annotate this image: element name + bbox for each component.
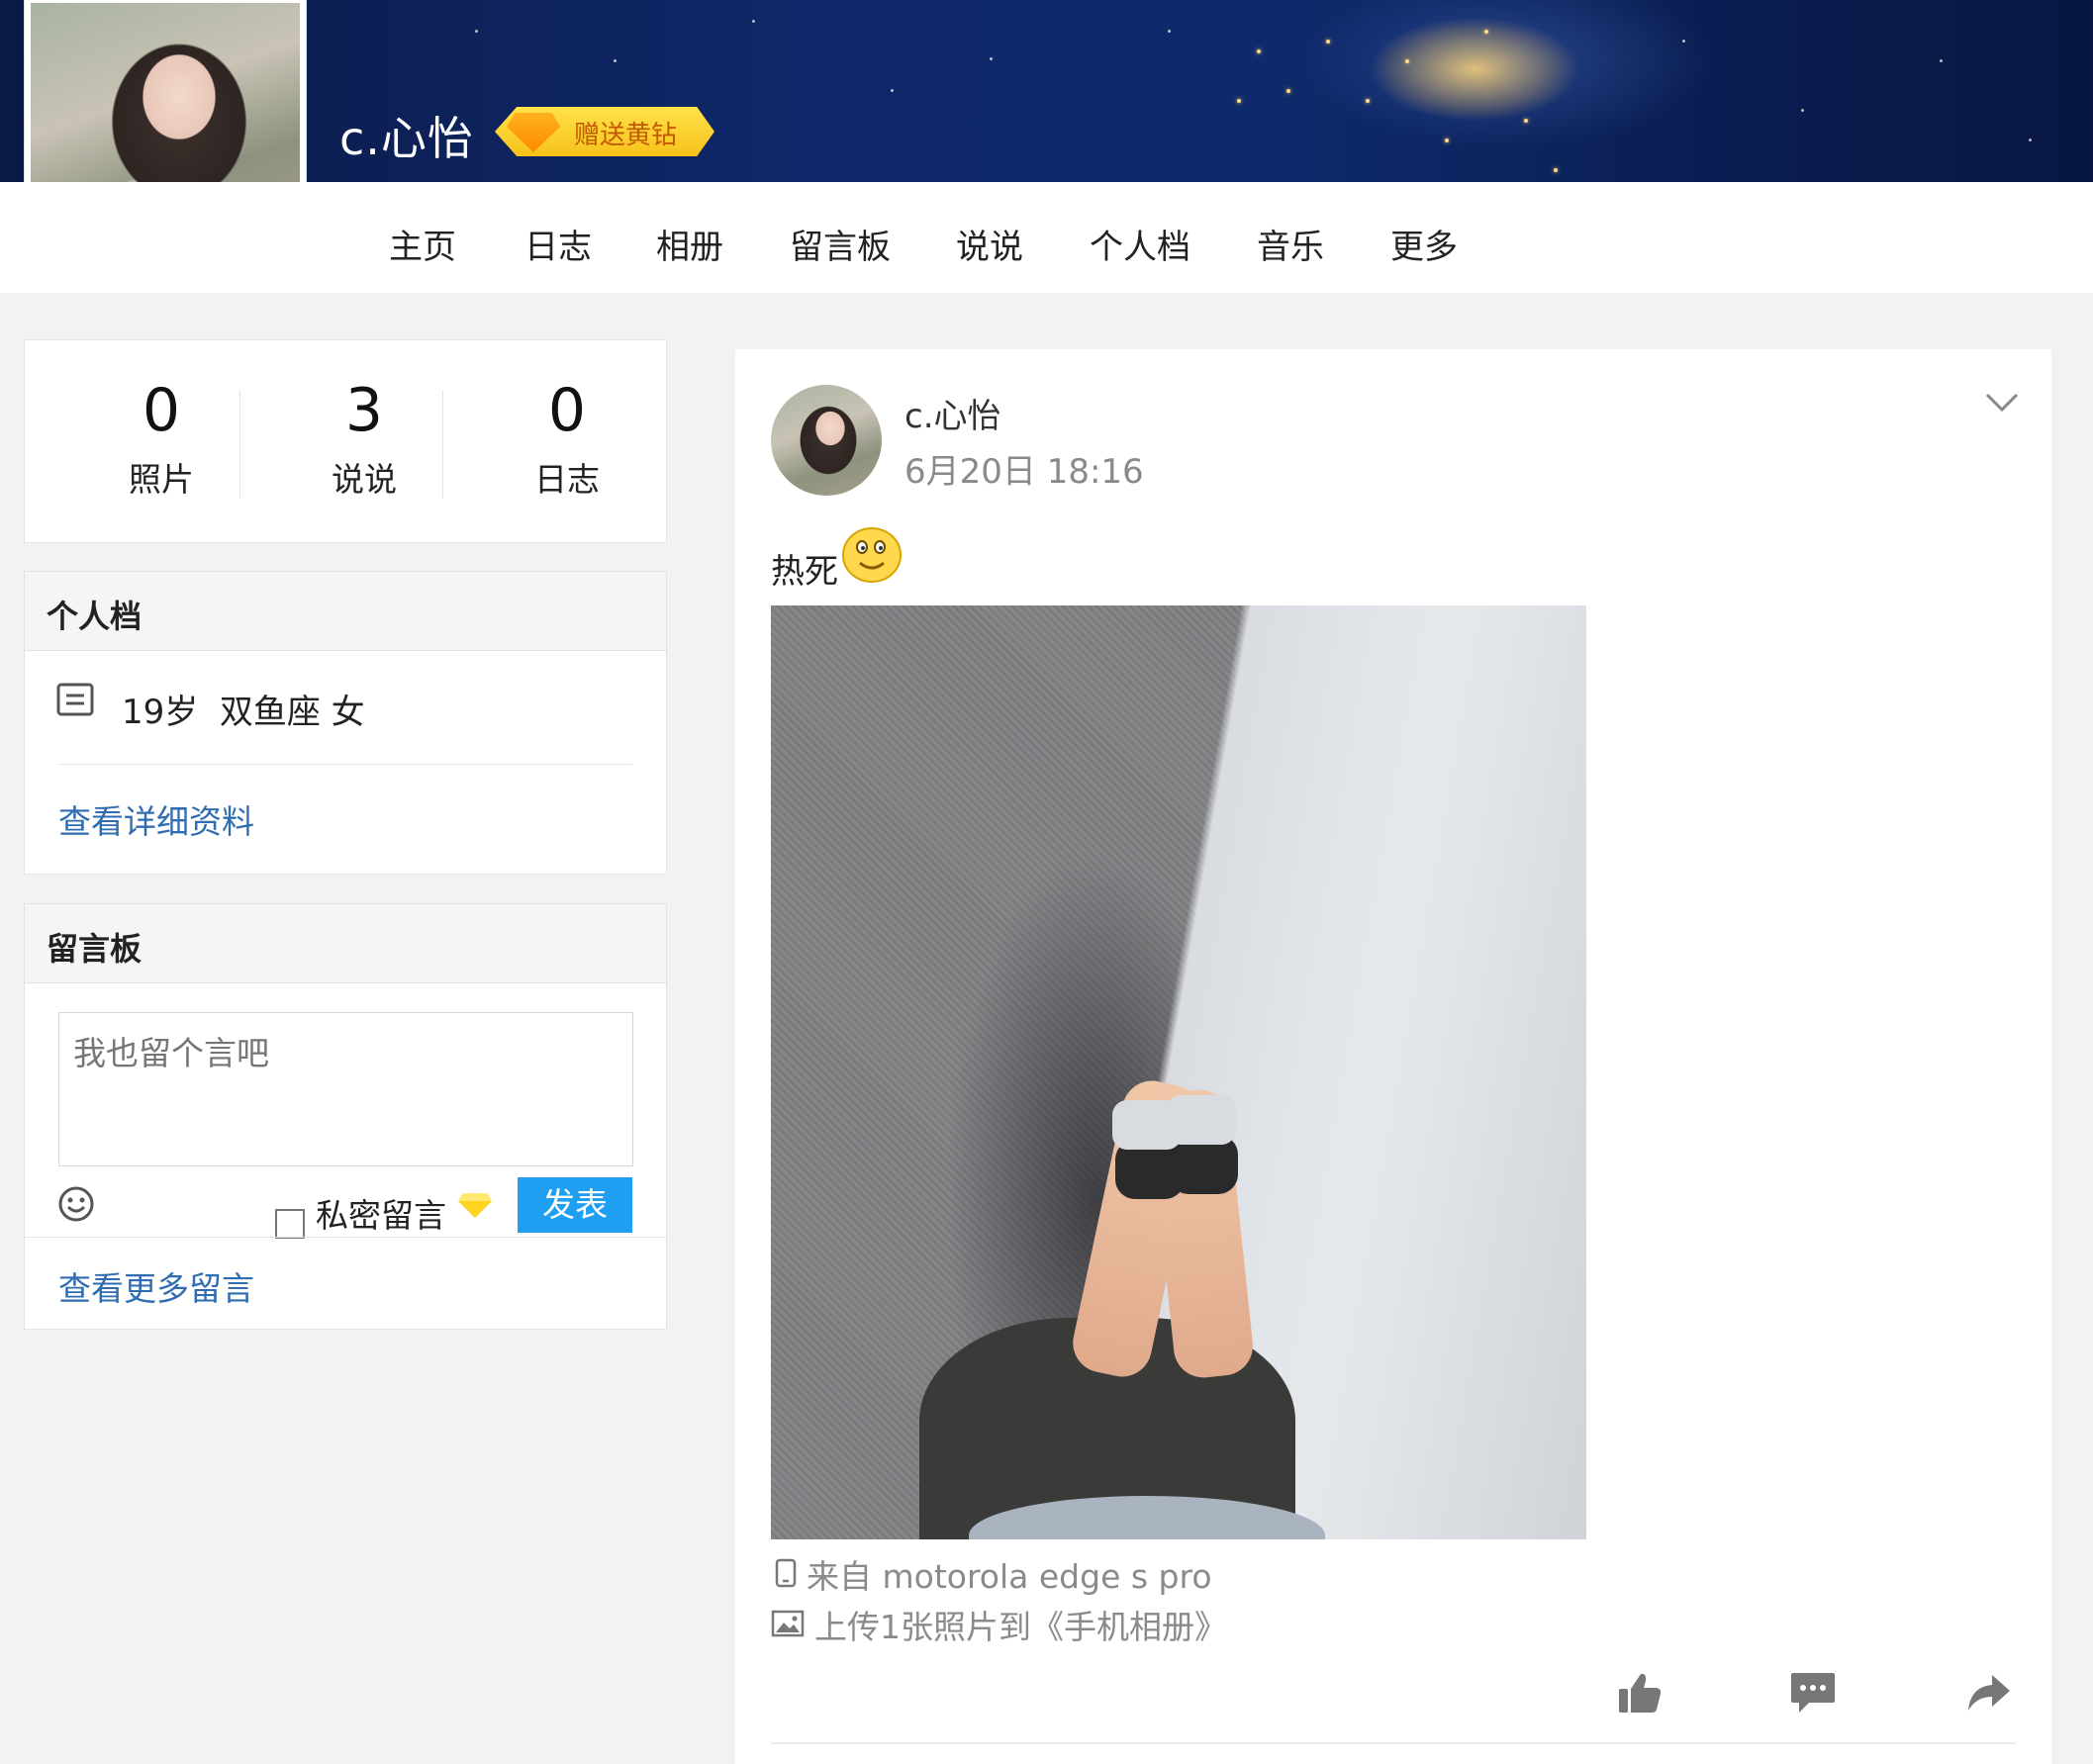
smiley-emoji-icon [842,527,902,583]
guestbook-divider [25,1237,666,1238]
profile-card: 个人档 19岁 双鱼座 女 查看详细资料 [24,571,667,875]
stat-shuoshuo-count: 3 [344,376,384,445]
profile-info-icon [56,683,94,716]
view-more-messages-link[interactable]: 查看更多留言 [58,1262,254,1310]
feed-post-card: c.心怡 6月20日 18:16 热死 来自 motorola edge s p… [735,349,2051,1764]
nav-profile[interactable]: 个人档 [1090,220,1190,268]
nav-album[interactable]: 相册 [656,220,723,268]
stat-photos-count: 0 [142,376,181,445]
post-text: 热死 [771,552,838,592]
stats-card: 0 照片 3 说说 0 日志 [24,339,667,543]
profile-divider [58,764,632,765]
guestbook-card-header: 留言板 [25,904,666,983]
post-footer-divider [771,1742,2016,1744]
guestbook-card: 留言板 私密留言 发表 查看更多留言 [24,903,667,1330]
stat-blog-count: 0 [547,376,587,445]
stat-photos-label: 照片 [129,460,194,499]
image-icon [771,1610,805,1637]
nav-guestbook[interactable]: 留言板 [790,220,891,268]
post-upload-info[interactable]: 上传1张照片到《手机相册》 [814,1601,1227,1648]
nav-shuoshuo[interactable]: 说说 [956,220,1023,268]
guestbook-card-title: 留言板 [47,930,143,968]
stat-divider [442,390,443,499]
profile-info-text: 19岁 双鱼座 女 [122,693,365,732]
diamond-icon [507,113,560,152]
nav-more[interactable]: 更多 [1390,220,1458,268]
stat-shuoshuo-label: 说说 [332,460,397,499]
post-author-name[interactable]: c.心怡 [904,389,1001,437]
share-icon[interactable] [1966,1673,2012,1713]
profile-card-header: 个人档 [25,572,666,651]
post-timestamp: 6月20日 18:16 [904,452,1144,492]
main-nav: 主页 日志 相册 留言板 说说 个人档 音乐 更多 [0,182,2093,293]
nav-home[interactable]: 主页 [389,220,456,268]
mobile-phone-icon [775,1558,797,1588]
private-message-label: 私密留言 [316,1196,446,1235]
profile-card-title: 个人档 [47,598,143,635]
stat-photos[interactable]: 0 照片 [77,380,245,501]
private-message-checkbox[interactable] [275,1209,305,1239]
post-device-info: 来自 motorola edge s pro [807,1557,1212,1596]
submit-message-button[interactable]: 发表 [518,1177,632,1233]
photo-detail [1167,1095,1236,1145]
profile-banner: c.心怡 赠送黄钻 [0,0,2093,182]
stat-shuoshuo[interactable]: 3 说说 [280,380,448,501]
comment-icon[interactable] [1789,1671,1837,1715]
gift-yellow-diamond-button[interactable]: 赠送黄钻 [495,107,714,156]
view-profile-details-link[interactable]: 查看详细资料 [58,795,254,843]
chevron-down-icon[interactable] [1984,391,2020,415]
post-author-avatar[interactable] [771,385,882,496]
emoji-icon[interactable] [57,1185,95,1223]
nav-blog[interactable]: 日志 [524,220,592,268]
stat-blog-label: 日志 [534,460,600,499]
yellow-diamond-icon [458,1193,492,1218]
stat-blog[interactable]: 0 日志 [483,380,651,501]
gift-badge-label: 赠送黄钻 [574,121,678,150]
profile-username[interactable]: c.心怡 [339,103,474,168]
post-photo[interactable] [771,605,1586,1539]
stat-divider [239,390,240,499]
guestbook-message-input[interactable] [58,1012,633,1166]
nav-music[interactable]: 音乐 [1257,220,1324,268]
like-icon[interactable] [1617,1671,1663,1715]
